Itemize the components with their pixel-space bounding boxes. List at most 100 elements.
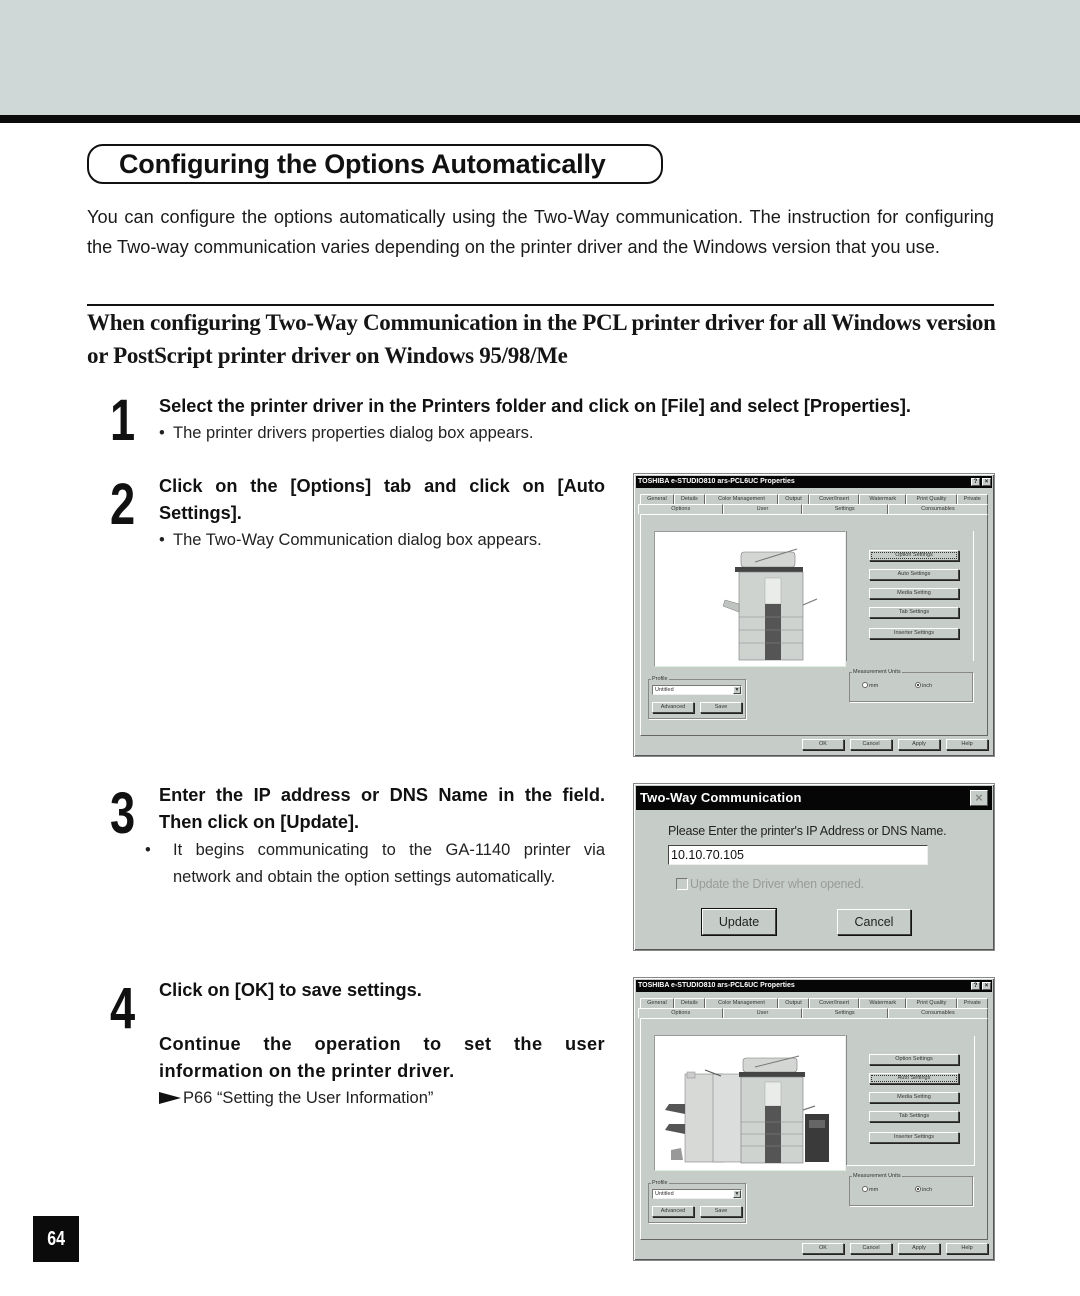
dialog-title: Two-Way Communication: [640, 790, 802, 805]
help-footer-button[interactable]: Help: [946, 1243, 988, 1254]
unit-inch-radio[interactable]: inch: [915, 682, 932, 690]
profile-dropdown[interactable]: Untitled ▼: [652, 1189, 742, 1199]
bullet-icon: •: [145, 841, 151, 859]
tab-color-management[interactable]: Color Management: [704, 494, 779, 504]
step-2-heading: Click on the [Options] tab and click on …: [159, 476, 605, 523]
step-4-subheading: Continue the operation to set the user i…: [159, 1034, 605, 1081]
printer-bypass-tray: [722, 599, 740, 613]
save-button[interactable]: Save: [700, 702, 742, 713]
cancel-button[interactable]: Cancel: [850, 739, 892, 750]
tab-private[interactable]: Private: [956, 998, 988, 1008]
cross-reference-link[interactable]: P66 “Setting the User Information”: [159, 1085, 433, 1112]
option-settings-button[interactable]: Option Settings: [869, 1054, 959, 1065]
tab-row-front: Options User Settings Consumables: [638, 504, 988, 514]
printer-exit-tray: [802, 1105, 816, 1111]
tab-private[interactable]: Private: [956, 494, 988, 504]
printer-preview: [654, 531, 846, 667]
ip-address-input[interactable]: 10.10.70.105: [668, 845, 928, 865]
printer-adf: [740, 551, 796, 568]
lcf-window: [809, 1120, 825, 1128]
close-button[interactable]: ×: [982, 982, 991, 990]
unit-mm-radio[interactable]: mm: [862, 682, 878, 690]
profile-label: Profile: [651, 1179, 669, 1187]
tab-row-back: General Details Color Management Output …: [640, 494, 988, 504]
update-button[interactable]: Update: [701, 908, 777, 936]
tab-settings[interactable]: Settings: [801, 1008, 888, 1018]
ok-button[interactable]: OK: [802, 1243, 844, 1254]
tab-row-front: Options User Settings Consumables: [638, 1008, 988, 1018]
media-setting-button[interactable]: Media Setting: [869, 1092, 959, 1103]
cancel-button[interactable]: Cancel: [837, 909, 911, 935]
advanced-button[interactable]: Advanced: [652, 702, 694, 713]
auto-settings-button[interactable]: Auto Settings: [869, 1073, 959, 1084]
tab-watermark[interactable]: Watermark: [859, 494, 907, 504]
tab-print-quality[interactable]: Print Quality: [906, 998, 957, 1008]
header-rule: [0, 115, 1080, 123]
dialog-title: TOSHIBA e-STUDIO810 ars-PCL6UC Propertie…: [638, 478, 795, 485]
tab-consumables[interactable]: Consumables: [887, 1008, 988, 1018]
radio-selected-icon: [915, 1186, 921, 1192]
inserter-settings-button[interactable]: Inserter Settings: [869, 628, 959, 639]
printer-adf: [742, 1057, 798, 1073]
help-button[interactable]: ?: [971, 982, 980, 990]
save-button[interactable]: Save: [700, 1206, 742, 1217]
two-way-communication-dialog: Two-Way Communication × Please Enter the…: [633, 783, 995, 951]
profile-dropdown[interactable]: Untitled ▼: [652, 685, 742, 695]
apply-button[interactable]: Apply: [898, 1243, 940, 1254]
tab-settings[interactable]: Settings: [801, 504, 888, 514]
tab-consumables[interactable]: Consumables: [887, 504, 988, 514]
tab-user[interactable]: User: [723, 1008, 802, 1018]
media-setting-button[interactable]: Media Setting: [869, 588, 959, 599]
finisher-tray-booklet: [671, 1148, 683, 1160]
tab-options[interactable]: Options: [638, 1008, 724, 1018]
tab-cover-insert[interactable]: Cover/Insert: [808, 494, 860, 504]
step-number-2: 2: [110, 472, 136, 537]
help-button[interactable]: ?: [971, 478, 980, 486]
cancel-button[interactable]: Cancel: [850, 1243, 892, 1254]
inserter-settings-button[interactable]: Inserter Settings: [869, 1132, 959, 1143]
printer-exit-tray: [802, 598, 818, 606]
apply-button[interactable]: Apply: [898, 739, 940, 750]
option-settings-button[interactable]: Option Settings: [869, 550, 959, 561]
update-driver-checkbox[interactable]: Update the Driver when opened.: [676, 877, 864, 891]
printer-front-panel: [764, 577, 782, 605]
dialog-title: TOSHIBA e-STUDIO810 ars-PCL6UC Propertie…: [638, 982, 795, 989]
measurement-units-label: Measurement Units: [852, 1172, 902, 1180]
dropdown-arrow-icon: ▼: [733, 1190, 741, 1198]
radio-selected-icon: [915, 682, 921, 688]
tab-output[interactable]: Output: [778, 494, 809, 504]
printer-drawer-column: [765, 1106, 781, 1163]
close-button[interactable]: ×: [970, 790, 988, 806]
profile-label: Profile: [651, 675, 669, 683]
tab-output[interactable]: Output: [778, 998, 809, 1008]
unit-mm-radio[interactable]: mm: [862, 1186, 878, 1194]
help-footer-button[interactable]: Help: [946, 739, 988, 750]
step-1-heading: Select the printer driver in the Printer…: [159, 396, 911, 416]
tab-user[interactable]: User: [723, 504, 802, 514]
ok-button[interactable]: OK: [802, 739, 844, 750]
page-header-band: [0, 0, 1080, 115]
printer-with-finisher-illustration: [665, 1055, 829, 1164]
arrow-right-icon: [159, 1092, 181, 1104]
tab-watermark[interactable]: Watermark: [859, 998, 907, 1008]
tab-general[interactable]: General: [640, 494, 674, 504]
tab-settings-button[interactable]: Tab Settings: [869, 607, 959, 618]
advanced-button[interactable]: Advanced: [652, 1206, 694, 1217]
dialog-titlebar: Two-Way Communication ×: [636, 786, 992, 810]
unit-inch-radio[interactable]: inch: [915, 1186, 932, 1194]
tab-cover-insert[interactable]: Cover/Insert: [808, 998, 860, 1008]
close-button[interactable]: ×: [982, 478, 991, 486]
dialog-titlebar: TOSHIBA e-STUDIO810 ars-PCL6UC Propertie…: [636, 980, 992, 992]
tab-settings-button[interactable]: Tab Settings: [869, 1111, 959, 1122]
tab-general[interactable]: General: [640, 998, 674, 1008]
tab-options[interactable]: Options: [638, 504, 724, 514]
dialog-titlebar: TOSHIBA e-STUDIO810 ars-PCL6UC Propertie…: [636, 476, 992, 488]
tab-details[interactable]: Details: [673, 998, 705, 1008]
tab-print-quality[interactable]: Print Quality: [906, 494, 957, 504]
tab-color-management[interactable]: Color Management: [704, 998, 779, 1008]
tab-details[interactable]: Details: [673, 494, 705, 504]
finisher-top: [686, 1071, 696, 1079]
printer-front-panel: [764, 1081, 782, 1107]
auto-settings-button[interactable]: Auto Settings: [869, 569, 959, 580]
dropdown-arrow-icon: ▼: [733, 686, 741, 694]
